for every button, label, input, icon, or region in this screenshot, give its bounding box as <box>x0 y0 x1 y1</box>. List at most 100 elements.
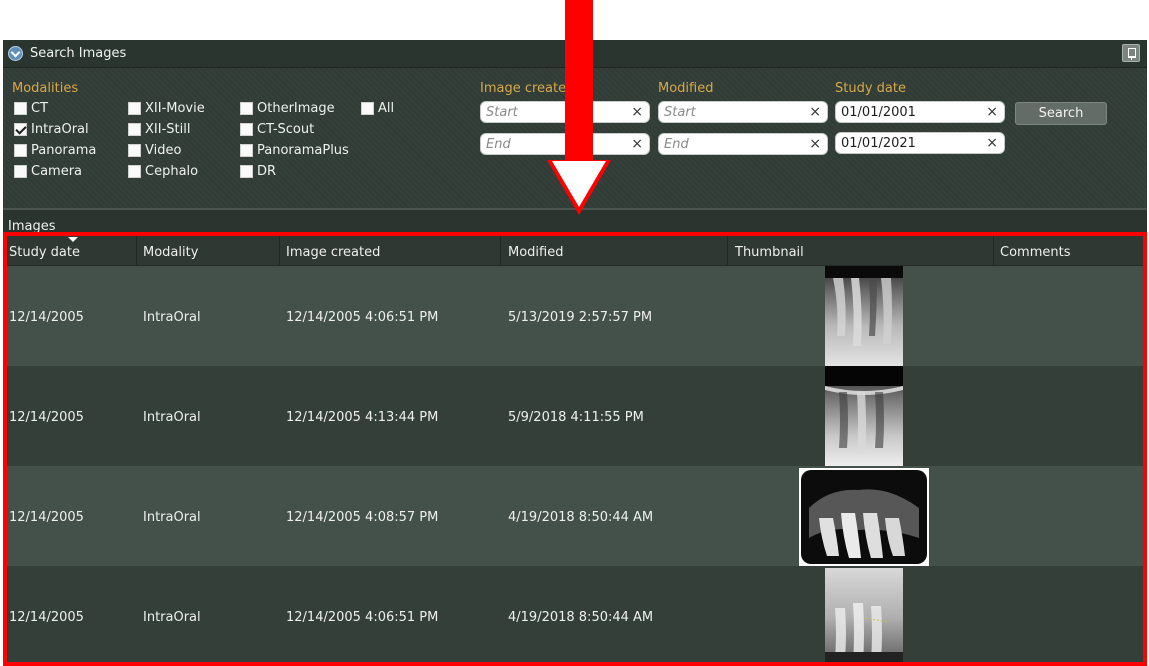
checkbox-box[interactable] <box>240 143 253 157</box>
checkbox-box[interactable] <box>14 164 27 178</box>
dental-xray-thumbnail[interactable] <box>825 568 903 666</box>
pointer-arrow-inner <box>552 161 606 207</box>
checkbox-box[interactable] <box>240 164 253 178</box>
column-header-modified[interactable]: Modified <box>508 245 563 260</box>
modified-end-input[interactable]: End × <box>658 133 828 155</box>
modality-checkbox-dr[interactable]: DR <box>240 162 276 180</box>
checkbox-box-checked[interactable] <box>14 122 27 136</box>
cell-image-created: 12/14/2005 4:13:44 PM <box>286 410 439 425</box>
cell-modality: IntraOral <box>143 510 201 525</box>
modality-label: Video <box>145 142 182 158</box>
column-divider[interactable] <box>993 236 994 266</box>
images-caption: Images <box>8 219 56 234</box>
column-divider[interactable] <box>279 236 280 266</box>
modality-checkbox-intraoral[interactable]: IntraOral <box>14 120 89 138</box>
cell-image-created: 12/14/2005 4:06:51 PM <box>286 610 439 625</box>
clear-icon[interactable]: × <box>809 136 821 152</box>
clear-icon[interactable]: × <box>986 104 998 120</box>
modality-checkbox-video[interactable]: Video <box>128 141 181 159</box>
table-row[interactable]: 12/14/2005 IntraOral 12/14/2005 4:06:51 … <box>3 266 1147 366</box>
clear-icon[interactable]: × <box>631 104 643 120</box>
study-date-start-value: 01/01/2001 <box>841 105 916 120</box>
cell-modified: 5/9/2018 4:11:55 PM <box>508 410 644 425</box>
cell-modified: 5/13/2019 2:57:57 PM <box>508 310 653 325</box>
column-divider[interactable] <box>727 236 728 266</box>
cell-image-created: 12/14/2005 4:06:51 PM <box>286 310 439 325</box>
modality-checkbox-ct-scout[interactable]: CT-Scout <box>240 120 314 138</box>
pin-icon[interactable] <box>1122 44 1140 62</box>
modality-label: All <box>378 100 395 116</box>
column-header-study-date[interactable]: Study date <box>9 245 80 260</box>
image-created-end-placeholder: End <box>486 137 511 152</box>
modality-checkbox-cephalo[interactable]: Cephalo <box>128 162 198 180</box>
pointer-arrow-shaft <box>565 0 593 162</box>
modality-checkbox-camera[interactable]: Camera <box>14 162 82 180</box>
modality-label: IntraOral <box>31 121 89 137</box>
column-header-thumbnail[interactable]: Thumbnail <box>735 245 804 260</box>
image-created-label: Image create <box>480 81 567 96</box>
modality-checkbox-otherimage[interactable]: OtherImage <box>240 99 335 117</box>
modality-label: OtherImage <box>257 100 335 116</box>
modality-checkbox-xii-still[interactable]: XII-Still <box>128 120 190 138</box>
column-header-image-created[interactable]: Image created <box>286 245 380 260</box>
sort-descending-icon <box>68 237 78 242</box>
grid-header: Study date Modality Image created Modifi… <box>3 236 1147 266</box>
cell-modality: IntraOral <box>143 410 201 425</box>
cell-image-created: 12/14/2005 4:08:57 PM <box>286 510 439 525</box>
checkbox-box[interactable] <box>361 101 374 115</box>
table-row[interactable]: 12/14/2005 IntraOral 12/14/2005 4:08:57 … <box>3 466 1147 566</box>
checkbox-box[interactable] <box>128 122 141 136</box>
study-date-start-input[interactable]: 01/01/2001 × <box>835 101 1005 123</box>
modality-label: Cephalo <box>145 163 199 179</box>
dental-xray-thumbnail[interactable] <box>825 266 903 366</box>
modality-checkbox-xii-movie[interactable]: XII-Movie <box>128 99 205 117</box>
clear-icon[interactable]: × <box>986 135 998 151</box>
checkbox-box[interactable] <box>128 143 141 157</box>
dental-xray-thumbnail[interactable] <box>799 468 929 566</box>
modality-checkbox-panoramaplus[interactable]: PanoramaPlus <box>240 141 349 159</box>
checkbox-box[interactable] <box>240 101 253 115</box>
column-divider[interactable] <box>500 236 501 266</box>
modality-label: XII-Movie <box>145 100 205 116</box>
cell-modified: 4/19/2018 8:50:44 AM <box>508 510 654 525</box>
image-created-start-placeholder: Start <box>486 105 518 120</box>
modality-label: Panorama <box>31 142 97 158</box>
column-divider[interactable] <box>136 236 137 266</box>
modified-start-input[interactable]: Start × <box>658 101 828 123</box>
table-row[interactable]: 12/14/2005 IntraOral 12/14/2005 4:13:44 … <box>3 366 1147 466</box>
checkbox-box[interactable] <box>14 101 27 115</box>
cell-modality: IntraOral <box>143 610 201 625</box>
modified-end-placeholder: End <box>664 137 689 152</box>
modality-label: Camera <box>31 163 83 179</box>
column-header-modality[interactable]: Modality <box>143 245 198 260</box>
column-header-comments[interactable]: Comments <box>1000 245 1070 260</box>
checkbox-box[interactable] <box>128 101 141 115</box>
modality-checkbox-panorama[interactable]: Panorama <box>14 141 96 159</box>
images-grid: Study date Modality Image created Modifi… <box>3 236 1147 666</box>
study-date-end-value: 01/01/2021 <box>841 136 916 151</box>
modified-label: Modified <box>658 81 714 96</box>
dental-xray-thumbnail[interactable] <box>825 366 903 466</box>
cell-modality: IntraOral <box>143 310 201 325</box>
modified-start-placeholder: Start <box>664 105 696 120</box>
cell-study-date: 12/14/2005 <box>9 410 84 425</box>
study-date-label: Study date <box>835 81 906 96</box>
modality-checkbox-all[interactable]: All <box>361 99 394 117</box>
clear-icon[interactable]: × <box>631 136 643 152</box>
search-panel-title: Search Images <box>30 46 127 61</box>
cell-modified: 4/19/2018 8:50:44 AM <box>508 610 654 625</box>
modality-checkbox-ct[interactable]: CT <box>14 99 48 117</box>
modality-label: DR <box>257 163 277 179</box>
cell-study-date: 12/14/2005 <box>9 310 84 325</box>
checkbox-box[interactable] <box>14 143 27 157</box>
table-row[interactable]: 12/14/2005 IntraOral 12/14/2005 4:06:51 … <box>3 566 1147 666</box>
clear-icon[interactable]: × <box>809 104 821 120</box>
checkbox-box[interactable] <box>128 164 141 178</box>
checkbox-box[interactable] <box>240 122 253 136</box>
collapse-chevron-icon[interactable] <box>8 46 23 61</box>
cell-study-date: 12/14/2005 <box>9 510 84 525</box>
search-button[interactable]: Search <box>1015 102 1107 125</box>
modality-label: CT-Scout <box>257 121 315 137</box>
study-date-end-input[interactable]: 01/01/2021 × <box>835 132 1005 154</box>
modality-label: XII-Still <box>145 121 191 137</box>
